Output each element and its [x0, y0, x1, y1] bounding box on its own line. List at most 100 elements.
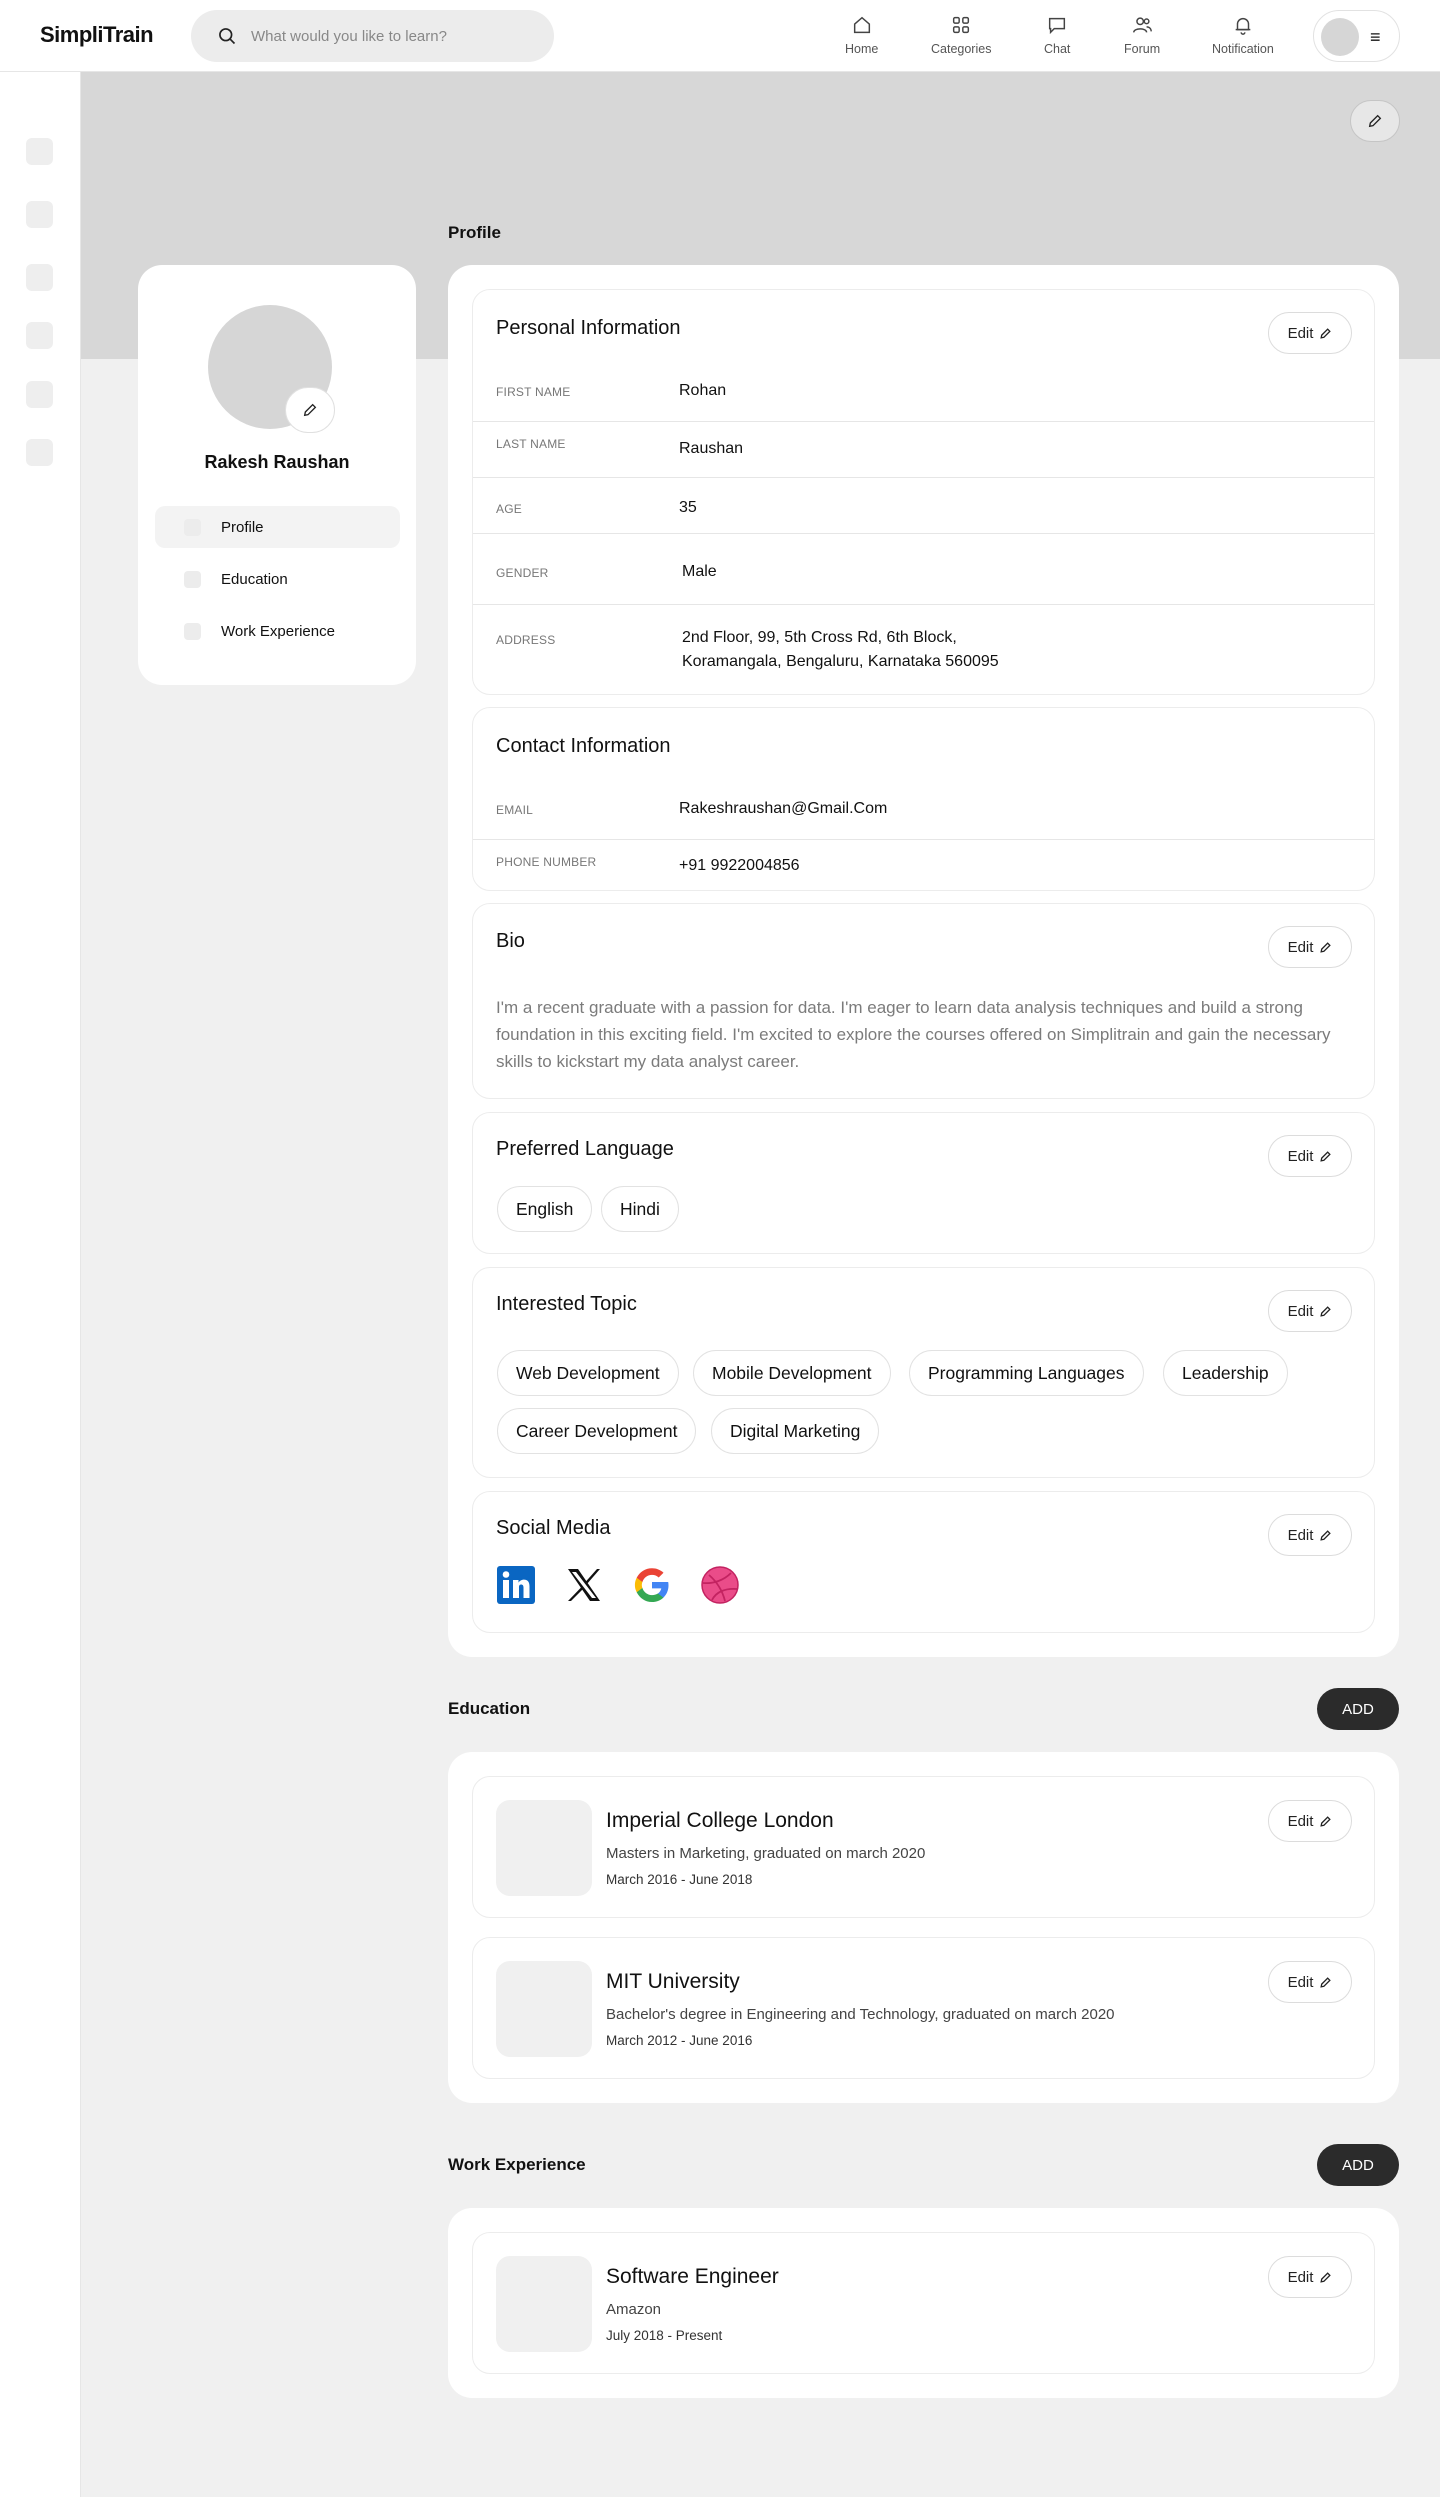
nav-chat[interactable]: Chat — [1044, 14, 1070, 56]
nav-categories[interactable]: Categories — [931, 14, 991, 56]
google-icon — [634, 1568, 669, 1602]
sidebar-item-profile[interactable]: Profile — [155, 506, 400, 548]
x-icon — [568, 1569, 600, 1601]
rail-icon-2[interactable] — [26, 201, 53, 228]
field-label: GENDER — [496, 566, 549, 580]
pencil-icon — [1368, 114, 1382, 128]
topic-chip: Programming Languages — [909, 1350, 1144, 1396]
field-row: FIRST NAME Rohan — [473, 370, 1374, 422]
edit-avatar-button[interactable] — [285, 387, 335, 433]
nav-notification-label: Notification — [1212, 42, 1274, 56]
pencil-icon — [1320, 941, 1332, 953]
edit-topics-button[interactable]: Edit — [1268, 1290, 1352, 1332]
search-bar[interactable] — [191, 10, 554, 62]
sidebar-item-label: Profile — [221, 518, 264, 536]
entry-dates: March 2016 - June 2018 — [606, 1872, 753, 1887]
google-link[interactable] — [632, 1565, 672, 1605]
add-education-button[interactable]: ADD — [1317, 1688, 1399, 1730]
field-value: Raushan — [679, 440, 744, 457]
left-rail — [0, 72, 81, 2497]
card-title: Bio — [496, 930, 525, 952]
pencil-icon — [1320, 1815, 1332, 1827]
profile-section-title: Profile — [448, 223, 501, 242]
card-title: Contact Information — [496, 735, 671, 757]
nav-forum[interactable]: Forum — [1124, 14, 1160, 56]
entry-dates: July 2018 - Present — [606, 2328, 723, 2343]
edit-label: Edit — [1287, 1526, 1314, 1544]
edit-social-button[interactable]: Edit — [1268, 1514, 1352, 1556]
rail-icon-4[interactable] — [26, 322, 53, 349]
rail-icon-6[interactable] — [26, 439, 53, 466]
topic-chip: Leadership — [1163, 1350, 1288, 1396]
nav-home[interactable]: Home — [845, 14, 878, 56]
topic-chip: Digital Marketing — [711, 1408, 880, 1454]
edit-education-button[interactable]: Edit — [1268, 1800, 1352, 1842]
interested-topic-card: Interested Topic Edit Web Development Mo… — [472, 1267, 1375, 1478]
pencil-icon — [303, 403, 317, 417]
card-title: Preferred Language — [496, 1138, 674, 1160]
pencil-icon — [1320, 1150, 1332, 1162]
company-logo — [496, 2256, 592, 2352]
sidebar-item-work-experience[interactable]: Work Experience — [155, 610, 400, 652]
dribbble-icon — [701, 1566, 739, 1604]
field-label: FIRST NAME — [496, 385, 571, 399]
nav-chat-label: Chat — [1044, 42, 1071, 56]
top-navigation-bar: SimpliTrain Home Categories Chat Forum N… — [0, 0, 1440, 72]
field-label: PHONE NUMBER — [496, 855, 597, 869]
address-line-1: 2nd Floor, 99, 5th Cross Rd, 6th Block, — [682, 629, 957, 646]
bio-card: Bio Edit I'm a recent graduate with a pa… — [472, 903, 1375, 1099]
app-logo[interactable]: SimpliTrain — [40, 22, 154, 48]
entry-subtitle: Bachelor's degree in Engineering and Tec… — [606, 2006, 1115, 2023]
rail-icon-3[interactable] — [26, 264, 53, 291]
field-value: Male — [682, 563, 717, 580]
home-icon — [853, 16, 870, 34]
edit-education-button[interactable]: Edit — [1268, 1961, 1352, 2003]
field-label: AGE — [496, 502, 522, 516]
add-work-button[interactable]: ADD — [1317, 2144, 1399, 2186]
edit-language-button[interactable]: Edit — [1268, 1135, 1352, 1177]
user-name: Rakesh Raushan — [204, 452, 350, 472]
education-icon — [184, 570, 201, 588]
field-row: EMAIL Rakeshraushan@Gmail.Com — [473, 788, 1374, 840]
field-value: Rohan — [679, 382, 727, 399]
profile-icon — [184, 518, 201, 536]
topic-chip: Web Development — [497, 1350, 679, 1396]
edit-label: Edit — [1287, 938, 1314, 956]
chat-icon — [1049, 17, 1066, 35]
field-row: AGE 35 — [473, 478, 1374, 534]
field-label: ADDRESS — [496, 633, 556, 647]
work-section-title: Work Experience — [448, 2155, 586, 2174]
field-value: +91 9922004856 — [679, 857, 800, 874]
search-input[interactable] — [251, 27, 511, 45]
topic-chip: Career Development — [497, 1408, 697, 1454]
dribbble-link[interactable] — [700, 1565, 740, 1605]
rail-icon-1[interactable] — [26, 138, 53, 165]
profile-sidebar-card: Rakesh Raushan Profile Education Work Ex… — [138, 265, 416, 685]
field-row: ADDRESS 2nd Floor, 99, 5th Cross Rd, 6th… — [473, 605, 1374, 695]
linkedin-icon — [497, 1566, 535, 1604]
education-entry: Imperial College London Masters in Marke… — [472, 1776, 1375, 1918]
edit-label: Edit — [1287, 1973, 1314, 1991]
edit-cover-button[interactable] — [1350, 100, 1400, 142]
linkedin-link[interactable] — [496, 1565, 536, 1605]
field-row: PHONE NUMBER +91 9922004856 — [473, 840, 1374, 892]
nav-home-label: Home — [845, 42, 879, 56]
rail-icon-5[interactable] — [26, 381, 53, 408]
preferred-language-card: Preferred Language Edit English Hindi — [472, 1112, 1375, 1254]
card-title: Social Media — [496, 1517, 611, 1539]
users-icon — [1133, 17, 1152, 33]
work-icon — [184, 622, 201, 640]
edit-bio-button[interactable]: Edit — [1268, 926, 1352, 968]
field-row: LAST NAME Raushan — [473, 422, 1374, 478]
pencil-icon — [1320, 2271, 1332, 2283]
edit-personal-button[interactable]: Edit — [1268, 312, 1352, 354]
account-menu-button[interactable]: ≡ — [1313, 10, 1400, 62]
field-value: 2nd Floor, 99, 5th Cross Rd, 6th Block, … — [682, 626, 999, 674]
x-link[interactable] — [564, 1565, 604, 1605]
edit-work-button[interactable]: Edit — [1268, 2256, 1352, 2298]
sidebar-item-education[interactable]: Education — [155, 558, 400, 600]
contact-information-card: Contact Information EMAIL Rakeshraushan@… — [472, 707, 1375, 891]
nav-notification[interactable]: Notification — [1212, 14, 1274, 56]
institution-logo — [496, 1961, 592, 2057]
sidebar-item-label: Education — [221, 570, 288, 588]
